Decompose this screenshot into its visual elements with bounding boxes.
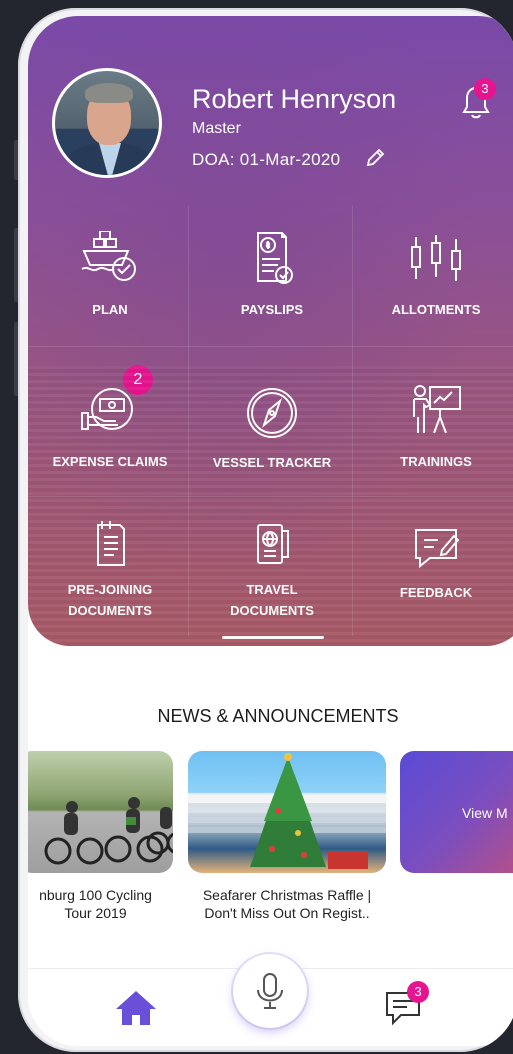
microphone-icon — [257, 973, 283, 1009]
phone-frame: Robert Henryson Master DOA: 01-Mar-2020 … — [18, 8, 513, 1052]
notification-bell-icon[interactable]: 3 — [456, 78, 496, 127]
profile-name: Robert Henryson — [192, 84, 397, 114]
candlestick-icon — [411, 235, 461, 281]
news-caption: Seafarer Christmas Raffle | Don't Miss O… — [202, 887, 372, 921]
news-caption: nburg 100 Cycling Tour 2019 — [39, 887, 152, 921]
news-card[interactable] — [28, 751, 173, 873]
menu-vessel-tracker[interactable]: VESSEL TRACKER — [190, 386, 354, 473]
chat-icon[interactable]: 3 — [383, 981, 429, 1032]
view-more-label: View M — [462, 805, 508, 821]
menu-plan[interactable]: PLAN — [28, 231, 192, 320]
menu-allotments[interactable]: ALLOTMENTS — [354, 233, 513, 320]
document-icon — [97, 521, 125, 566]
menu-feedback[interactable]: FEEDBACK — [354, 526, 513, 603]
microphone-button[interactable] — [233, 954, 307, 1028]
dashboard-header: Robert Henryson Master DOA: 01-Mar-2020 … — [28, 16, 513, 646]
view-more-card[interactable]: View M — [400, 751, 513, 873]
app-screen: Robert Henryson Master DOA: 01-Mar-2020 … — [28, 16, 513, 1046]
menu-travel-documents[interactable]: TRAVEL DOCUMENTS — [190, 521, 354, 621]
expense-claims-badge: 2 — [123, 365, 153, 395]
news-card[interactable] — [188, 751, 386, 873]
expense-icon — [81, 388, 133, 430]
menu-expense-claims[interactable]: EXPENSE CLAIMS 2 — [28, 365, 192, 472]
notification-badge: 3 — [474, 78, 496, 100]
date-of-availability: DOA: 01-Mar-2020 — [192, 150, 341, 169]
payslip-icon — [257, 232, 293, 284]
page-indicator — [222, 636, 324, 639]
ship-check-icon — [81, 231, 136, 281]
passport-icon — [257, 524, 289, 564]
compass-icon — [247, 388, 297, 438]
home-icon[interactable] — [114, 987, 158, 1032]
news-section-title: NEWS & ANNOUNCEMENTS — [157, 706, 399, 726]
menu-pre-joining-documents[interactable]: PRE-JOINING DOCUMENTS — [28, 521, 192, 621]
menu-trainings[interactable]: TRAININGS — [354, 381, 513, 472]
avatar[interactable] — [52, 68, 162, 178]
menu-payslips[interactable]: PAYSLIPS — [190, 229, 354, 320]
pencil-icon[interactable] — [364, 147, 386, 174]
profile-rank: Master — [192, 120, 241, 137]
chat-badge: 3 — [407, 981, 429, 1003]
trainer-board-icon — [413, 385, 461, 434]
feedback-icon — [415, 529, 460, 569]
